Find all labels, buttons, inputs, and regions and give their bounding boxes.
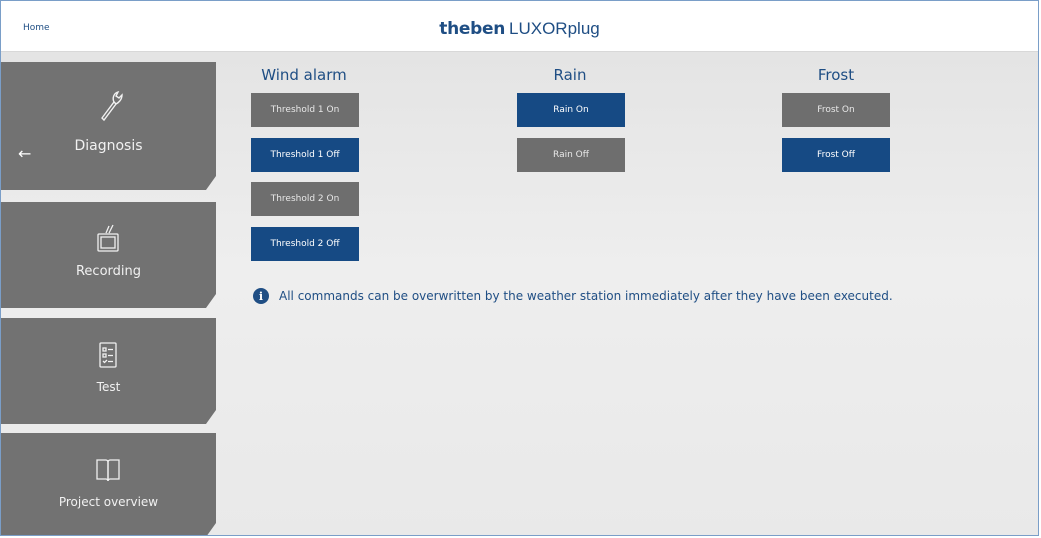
sidebar-item-label: Test <box>96 380 121 394</box>
product-name: LUXORplug <box>509 19 600 38</box>
sidebar-item-diagnosis[interactable]: ← Diagnosis <box>1 62 216 190</box>
sidebar-item-label: Project overview <box>58 495 159 509</box>
wind-alarm-title: Wind alarm <box>261 66 347 84</box>
threshold-1-on-button[interactable]: Threshold 1 On <box>251 93 359 127</box>
rain-title: Rain <box>553 66 587 84</box>
info-icon: i <box>253 288 269 304</box>
info-notice: i All commands can be overwritten by the… <box>253 288 893 304</box>
app-title: theben LUXORplug <box>1 19 1038 39</box>
tv-icon <box>1 222 216 256</box>
main-area: ← Diagnosis Recording Test Project overv… <box>1 52 1038 535</box>
info-text: All commands can be overwritten by the w… <box>279 289 893 303</box>
threshold-1-off-button[interactable]: Threshold 1 Off <box>251 138 359 172</box>
app-window: Home theben LUXORplug ← Diagnosis Record… <box>0 0 1039 536</box>
rain-off-button[interactable]: Rain Off <box>517 138 625 172</box>
sidebar-item-project-overview[interactable]: Project overview <box>1 433 216 536</box>
sidebar-item-recording[interactable]: Recording <box>1 202 216 308</box>
wrench-icon <box>1 88 216 122</box>
book-icon <box>1 453 216 487</box>
sidebar-item-label: Recording <box>75 264 142 279</box>
rain-on-button[interactable]: Rain On <box>517 93 625 127</box>
sidebar-item-label: Diagnosis <box>74 138 143 154</box>
sidebar-item-test[interactable]: Test <box>1 318 216 424</box>
checklist-icon <box>1 338 216 372</box>
frost-on-button[interactable]: Frost On <box>782 93 890 127</box>
frost-off-button[interactable]: Frost Off <box>782 138 890 172</box>
threshold-2-off-button[interactable]: Threshold 2 Off <box>251 227 359 261</box>
frost-title: Frost <box>817 66 855 84</box>
threshold-2-on-button[interactable]: Threshold 2 On <box>251 182 359 216</box>
header-bar: Home theben LUXORplug <box>1 1 1038 52</box>
brand-logo: theben <box>439 19 506 39</box>
